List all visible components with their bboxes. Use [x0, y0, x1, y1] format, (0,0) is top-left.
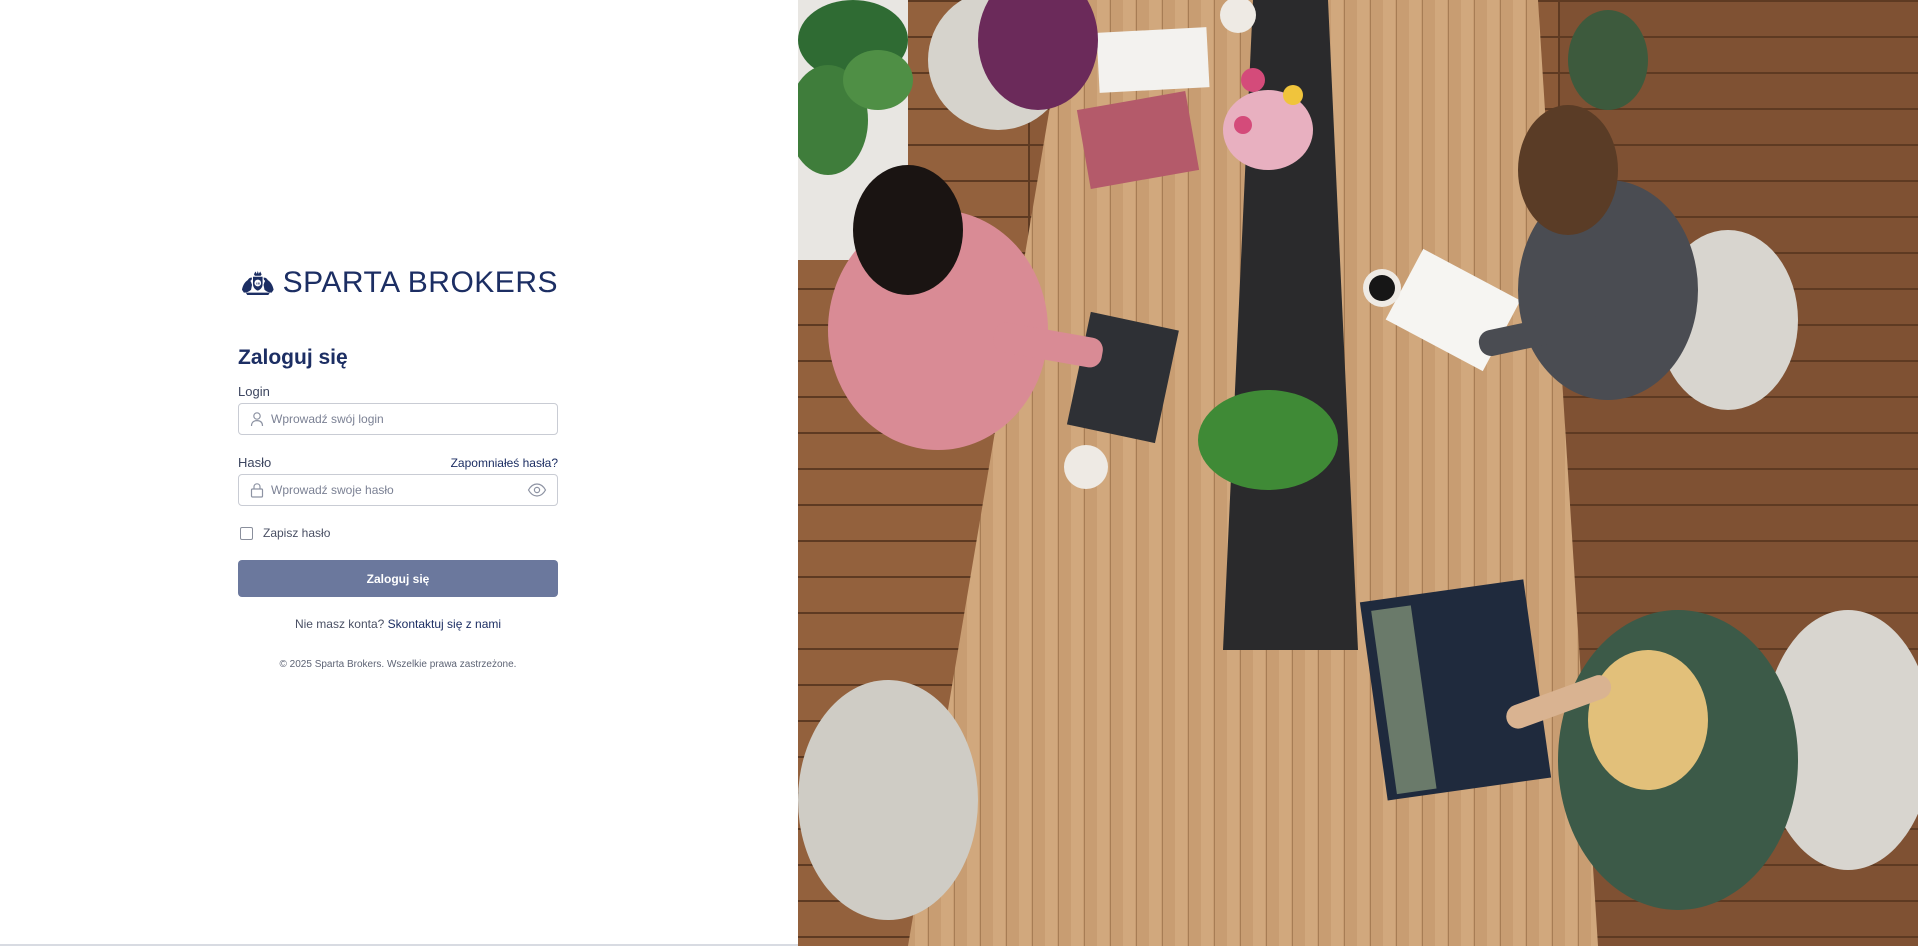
- login-page: SB SPARTA BROKERS Zaloguj się Login Hasł…: [0, 0, 1918, 946]
- login-input[interactable]: [271, 405, 557, 433]
- user-icon: [250, 412, 264, 427]
- page-title: Zaloguj się: [238, 346, 348, 369]
- password-input-box: [238, 474, 558, 506]
- password-input[interactable]: [271, 476, 527, 504]
- office-team-photo: [798, 0, 1918, 946]
- password-label: Hasło: [238, 455, 272, 470]
- signup-row: Nie masz konta? Skontaktuj się z nami: [238, 617, 558, 631]
- remember-row: Zapisz hasło: [240, 526, 558, 540]
- copyright: © 2025 Sparta Brokers. Wszelkie prawa za…: [279, 659, 517, 670]
- password-label-row: Hasło Zapomniałeś hasła?: [238, 455, 558, 470]
- login-input-box: [238, 403, 558, 435]
- forgot-password-link[interactable]: Zapomniałeś hasła?: [451, 456, 558, 470]
- eye-icon[interactable]: [527, 482, 547, 498]
- remember-label: Zapisz hasło: [263, 526, 331, 540]
- login-label-row: Login: [238, 384, 558, 399]
- remember-checkbox[interactable]: [240, 526, 253, 540]
- login-form: SB SPARTA BROKERS Zaloguj się Login Hasł…: [238, 256, 558, 670]
- brand-logo: SB SPARTA BROKERS: [241, 256, 558, 310]
- login-button[interactable]: Zaloguj się: [238, 560, 558, 597]
- sparta-crest-icon: SB: [241, 271, 274, 295]
- brand-name: SPARTA BROKERS: [282, 266, 558, 299]
- contact-link[interactable]: Skontaktuj się z nami: [388, 617, 501, 631]
- lock-icon: [250, 483, 264, 498]
- login-panel: SB SPARTA BROKERS Zaloguj się Login Hasł…: [0, 0, 798, 946]
- hero-image: [798, 0, 1918, 946]
- login-label: Login: [238, 384, 270, 399]
- no-account-text: Nie masz konta?: [294, 617, 385, 631]
